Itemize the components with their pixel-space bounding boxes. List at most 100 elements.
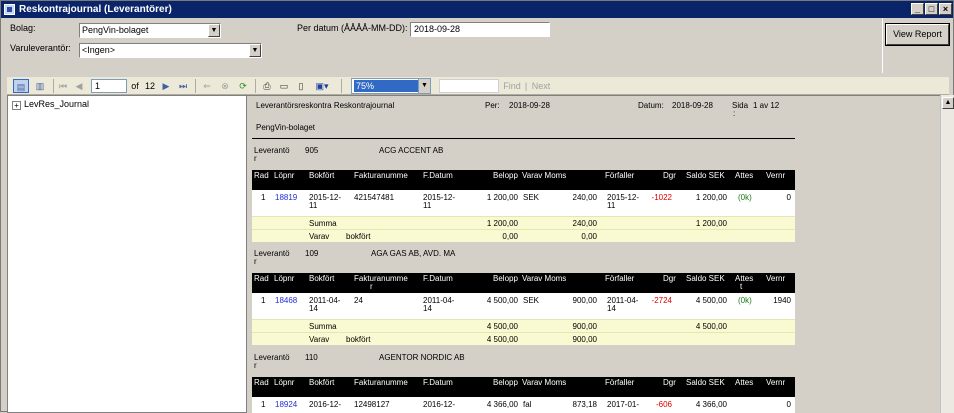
expand-icon[interactable]: + <box>12 101 21 110</box>
cell-faktura: 421547481 <box>354 193 395 202</box>
datum-value: 2018-09-28 <box>672 101 713 110</box>
document-map: + LevRes_Journal <box>7 95 247 413</box>
col-rad: Rad <box>254 378 269 387</box>
print-layout-icon[interactable]: ▭ <box>278 79 290 93</box>
cell-vernr: 1940 <box>773 296 791 305</box>
cell-dgr: -2724 <box>651 296 672 305</box>
find-link[interactable]: Find <box>503 79 521 93</box>
col-lopnr: Löpnr <box>274 274 295 283</box>
report-viewer: Leverantörsreskontra Reskontrajournal Pe… <box>247 95 940 413</box>
find-separator: | <box>524 81 528 91</box>
summa-saldo: 1 200,00 <box>695 219 727 228</box>
first-page-icon[interactable]: ⏮ <box>57 79 69 93</box>
varuleverantor-label: Varuleverantör: <box>10 43 71 53</box>
report-title: Leverantörsreskontra Reskontrajournal <box>256 101 395 110</box>
report-window: Reskontrajournal (Leverantörer) _ □ × Bo… <box>0 0 954 413</box>
supplier-number: 905 <box>305 146 319 155</box>
bolag-label: Bolag: <box>10 23 36 33</box>
print-icon[interactable]: ⎙ <box>261 79 273 93</box>
varav-bokfort-label: bokfört <box>346 232 371 241</box>
app-icon <box>4 4 15 15</box>
doc-map-icon[interactable]: ▤ <box>13 79 29 93</box>
cell-bokfort-wrap: 14 <box>309 304 318 313</box>
col-bokfort: Bokfört <box>309 171 335 180</box>
maximize-button[interactable]: □ <box>925 3 938 15</box>
col-belopp: Belopp <box>493 274 518 283</box>
table-row: 1 18819 2015-12- 11 421547481 2015-12- 1… <box>252 190 795 216</box>
title-bar: Reskontrajournal (Leverantörer) _ □ × <box>1 1 953 18</box>
refresh-icon[interactable]: ⟳ <box>237 79 249 93</box>
view-report-button[interactable]: View Report <box>885 23 950 46</box>
params-icon[interactable]: ▥ <box>32 79 48 93</box>
chevron-down-icon[interactable]: ▼ <box>418 79 430 93</box>
col-rad: Rad <box>254 171 269 180</box>
col-saldo: Saldo SEK <box>686 378 725 387</box>
summa-moms: 900,00 <box>572 322 597 331</box>
of-label: of <box>131 81 139 91</box>
chevron-down-icon[interactable]: ▼ <box>249 44 261 57</box>
supplier-number: 109 <box>305 249 319 258</box>
cell-fdatum: 2016-12- <box>423 400 456 409</box>
next-link[interactable]: Next <box>531 79 551 93</box>
chevron-down-icon[interactable]: ▼ <box>208 24 220 37</box>
cell-lopnr-link[interactable]: 18819 <box>275 193 297 202</box>
supplier-label: Leverantö <box>254 353 290 362</box>
summa-label: Summa <box>309 322 337 331</box>
find-input[interactable] <box>439 79 499 93</box>
viewer-toolbar: ▤ ▥ ⏮ ◀ 1 of 12 ▶ ⏭ ⇐ ⊗ ⟳ ⎙ ▭ ▯ ▣▾ 75% ▼… <box>7 77 949 95</box>
cell-attest: (0k) <box>738 193 752 202</box>
varuleverantor-select[interactable]: <Ingen> ▼ <box>79 43 262 58</box>
cell-forfaller-wrap: 14 <box>607 304 616 313</box>
col-lopnr: Löpnr <box>274 171 295 180</box>
close-button[interactable]: × <box>939 3 952 15</box>
supplier-name: AGENTOR NORDIC AB <box>379 353 465 362</box>
col-dgr: Dgr <box>663 171 676 180</box>
col-fakturanr-wrap: r <box>370 282 373 291</box>
sida-colon: : <box>733 109 736 118</box>
cell-moms: 240,00 <box>572 193 597 202</box>
total-pages: 12 <box>144 81 155 91</box>
prev-page-icon[interactable]: ◀ <box>73 79 85 93</box>
cell-moms: 873,18 <box>572 400 597 409</box>
cell-saldo: 4 500,00 <box>695 296 727 305</box>
per-datum-input[interactable]: 2018-09-28 <box>410 22 550 37</box>
zoom-value: 75% <box>354 80 418 92</box>
cell-lopnr-link[interactable]: 18468 <box>275 296 297 305</box>
varav-belopp: 4 500,00 <box>486 335 518 344</box>
cell-dgr: -606 <box>655 400 672 409</box>
page-setup-icon[interactable]: ▯ <box>295 79 307 93</box>
supplier-number: 110 <box>305 353 318 362</box>
table-header: Rad Löpnr Bokfört Fakturanumme F.Datum B… <box>252 170 795 190</box>
toolbar-separator <box>255 79 256 93</box>
cell-valuta: fal <box>523 400 532 409</box>
scroll-up-icon[interactable]: ▲ <box>942 97 954 109</box>
tree-node[interactable]: + LevRes_Journal <box>12 99 89 110</box>
col-forfaller: Förfaller <box>605 171 635 180</box>
minimize-button[interactable]: _ <box>911 3 924 15</box>
cell-saldo: 1 200,00 <box>695 193 727 202</box>
col-forfaller: Förfaller <box>605 378 635 387</box>
summa-saldo: 4 500,00 <box>695 322 727 331</box>
col-attest: Attes <box>735 378 754 387</box>
bolag-select[interactable]: PengVin-bolaget ▼ <box>79 23 221 38</box>
col-vernr: Vernr <box>766 274 786 283</box>
zoom-select[interactable]: 75% ▼ <box>351 78 431 94</box>
back-icon[interactable]: ⇐ <box>201 79 213 93</box>
varuleverantor-value: <Ingen> <box>82 45 116 55</box>
next-page-icon[interactable]: ▶ <box>160 79 172 93</box>
cell-fdatum-wrap: 11 <box>423 201 432 210</box>
cell-lopnr-link[interactable]: 18924 <box>275 400 297 409</box>
varav-label: Varav <box>309 335 330 344</box>
stop-icon[interactable]: ⊗ <box>219 79 231 93</box>
supplier-label-wrap: r <box>254 257 257 266</box>
export-icon[interactable]: ▣▾ <box>313 79 331 93</box>
last-page-icon[interactable]: ⏭ <box>177 79 189 93</box>
col-fakturanr: Fakturanumme <box>354 274 408 283</box>
page-number-input[interactable]: 1 <box>91 79 127 93</box>
vertical-scrollbar[interactable]: ▲ <box>940 95 954 413</box>
varav-moms: 0,00 <box>581 232 597 241</box>
col-fakturanr: Fakturanumme <box>354 171 408 180</box>
col-fdatum: F.Datum <box>423 378 453 387</box>
sida-value: 1 av 12 <box>753 101 780 110</box>
summa-row: Summa 1 200,00 240,00 1 200,00 <box>252 216 795 229</box>
